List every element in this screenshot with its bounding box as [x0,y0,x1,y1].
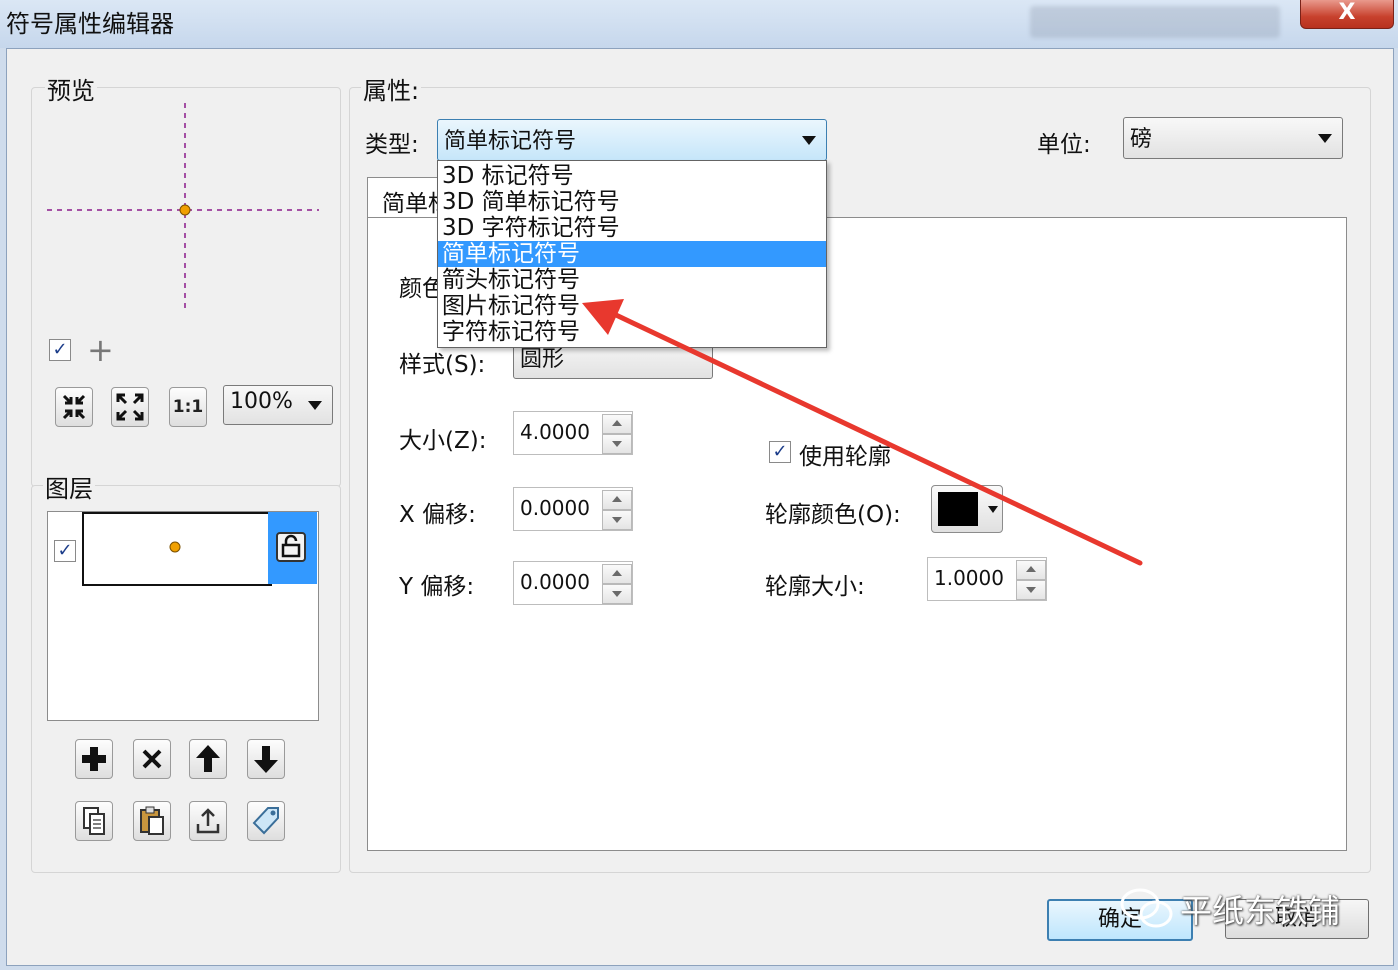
unit-value: 磅 [1130,127,1153,152]
close-button[interactable]: X [1300,0,1394,29]
chevron-down-icon [308,401,322,410]
export-icon[interactable] [189,801,227,841]
xoffset-label: X 偏移: [399,502,476,528]
watermark-text: 平纸东铁铺 [1180,892,1341,930]
yoffset-down-button[interactable] [602,584,632,604]
move-down-icon[interactable] [247,739,285,779]
marker-preview [179,204,191,216]
layer-lock-cell[interactable] [268,512,317,584]
layer-list[interactable]: ✓ [47,511,319,721]
copy-icon[interactable] [75,801,113,841]
yoffset-label: Y 偏移: [399,574,475,600]
annotation-arrow [582,299,1143,566]
zoom-extent-icon[interactable] [111,387,149,427]
blurred-background-region [1030,6,1280,38]
tag-icon[interactable] [247,801,285,841]
crosshair-icon: + [87,331,114,369]
properties-label: 属性: [361,71,422,106]
chevron-down-icon [802,136,816,145]
zoom-value: 100% [230,389,293,414]
delete-icon[interactable] [133,739,171,779]
watermark: 平纸东铁铺 [1120,882,1390,934]
title-bar[interactable]: 符号属性编辑器 X [0,0,1398,48]
layer-visible-checkbox[interactable]: ✓ [54,540,76,562]
move-up-icon[interactable] [189,739,227,779]
type-value: 简单标记符号 [444,129,577,154]
zoom-in-icon[interactable] [55,387,93,427]
type-label: 类型: [365,132,419,158]
preview-canvas [47,103,319,311]
layer-row[interactable] [82,512,272,586]
window-title: 符号属性编辑器 [6,10,174,38]
one-to-one-icon[interactable]: 1:1 [169,387,207,427]
type-option[interactable]: 3D 标记符号 [438,163,826,189]
unit-select[interactable]: 磅 [1123,117,1343,159]
outline-size-down-button[interactable] [1016,580,1046,600]
unit-label: 单位: [1037,132,1091,158]
type-option[interactable]: 3D 字符标记符号 [438,215,826,241]
layers-label: 图层 [43,469,95,504]
style-label: 样式(S): [399,352,486,378]
zoom-select[interactable]: 100% [223,385,333,425]
add-icon[interactable] [75,739,113,779]
paste-icon[interactable] [133,801,171,841]
lock-icon[interactable] [274,530,308,564]
crosshair-checkbox[interactable]: ✓ [49,339,71,361]
type-option[interactable]: 箭头标记符号 [438,267,826,293]
type-select[interactable]: 简单标记符号 [437,119,827,161]
chat-icon [1120,888,1173,928]
size-label: 大小(Z): [399,428,487,454]
type-option[interactable]: 简单标记符号 [438,241,826,267]
type-option[interactable]: 3D 简单标记符号 [438,189,826,215]
chevron-down-icon [1318,134,1332,143]
layer-marker-thumbnail [169,541,181,553]
